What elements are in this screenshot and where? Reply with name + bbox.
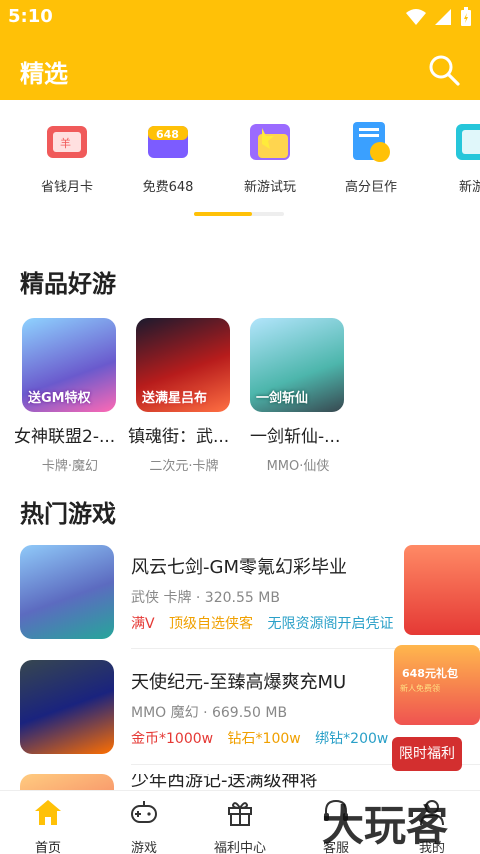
game-icon	[20, 774, 114, 790]
game-name: 镇魂街：武...	[128, 427, 230, 447]
game-name: 女神联盟2-...	[14, 427, 116, 447]
game-icon	[20, 545, 114, 639]
category-label: 省钱月卡	[40, 180, 93, 195]
game-name: 天使纪元-至臻高爆爽充MU	[131, 672, 347, 693]
trophy-doc-icon	[347, 118, 395, 166]
new-game-icon	[246, 118, 294, 166]
featured-card[interactable]: 送满星吕布 镇魂街：武... 二次元·卡牌	[128, 318, 242, 474]
game-tag: MMO·仙侠	[266, 459, 330, 474]
section-title-hot: 热门游戏	[20, 500, 116, 528]
status-time: 5:10	[8, 6, 53, 27]
game-cover: 一剑斩仙	[250, 318, 344, 412]
nav-label: 首页	[34, 841, 61, 854]
category-label: 新游	[458, 180, 480, 195]
game-tag: 满V	[131, 616, 155, 632]
promo-banner	[404, 545, 480, 635]
signal-icon	[435, 9, 451, 25]
game-name: 少年西游记-送满级神将	[131, 774, 318, 790]
promo-gift-box: 648元礼包 新人免费领	[394, 645, 480, 725]
category-row: 羊 省钱月卡 648 免费648 新游试玩 高分巨作 新游	[0, 112, 480, 202]
game-tag: 金币*1000w	[131, 731, 214, 747]
category-item-top-rated[interactable]: 高分巨作	[321, 112, 421, 195]
new-icon	[448, 118, 480, 166]
search-icon[interactable]	[426, 52, 462, 88]
category-item-new[interactable]: 新游	[422, 112, 480, 195]
cover-text: 送GM特权	[28, 391, 91, 406]
watermark-logo: 大玩客	[322, 801, 448, 850]
game-tag: 二次元·卡牌	[149, 459, 219, 474]
title-row: 精选	[0, 40, 480, 100]
promo-box-subtitle: 新人免费领	[400, 684, 440, 693]
wallet-card-icon: 羊	[43, 118, 91, 166]
game-icon	[20, 660, 114, 754]
game-meta: MMO 魔幻 · 669.50 MB	[131, 705, 288, 721]
category-item-monthly-card[interactable]: 羊 省钱月卡	[17, 112, 117, 195]
category-item-new-trial[interactable]: 新游试玩	[220, 112, 320, 195]
game-tags: 满V 顶级自选侠客 无限资源阁开启凭证	[131, 613, 403, 633]
status-icons	[406, 7, 472, 27]
game-tag: 绑钻*200w	[315, 731, 389, 747]
app-header: 5:10 精选	[0, 0, 480, 100]
game-meta: 武侠 卡牌 · 320.55 MB	[131, 590, 280, 606]
game-tag: 卡牌·魔幻	[41, 459, 99, 474]
game-cover: 送GM特权	[22, 318, 116, 412]
page-title: 精选	[20, 60, 68, 88]
nav-welfare[interactable]: 福利中心	[192, 797, 288, 854]
featured-card[interactable]: 一剑斩仙 一剑斩仙-... MMO·仙侠	[248, 318, 356, 474]
featured-card[interactable]: 送GM特权 女神联盟2-... 卡牌·魔幻	[14, 318, 128, 474]
game-name: 一剑斩仙-...	[250, 427, 341, 447]
nav-home[interactable]: 首页	[0, 797, 96, 854]
wifi-icon	[406, 9, 426, 25]
nav-games[interactable]: 游戏	[96, 797, 192, 854]
category-label: 高分巨作	[344, 180, 397, 195]
gift-648-icon: 648	[144, 118, 192, 166]
category-item-free-648[interactable]: 648 免费648	[118, 112, 218, 195]
section-title-featured: 精品好游	[20, 270, 116, 298]
gamepad-icon	[131, 801, 157, 823]
cover-text: 送满星吕布	[142, 391, 208, 406]
home-icon	[35, 800, 61, 825]
game-tag: 钻石*100w	[227, 731, 301, 747]
category-badge: 羊	[60, 136, 71, 150]
nav-label: 游戏	[130, 841, 157, 854]
category-label: 免费648	[142, 180, 194, 195]
game-tag: 顶级自选侠客	[169, 616, 254, 632]
watermark-text: 大玩客	[322, 801, 448, 850]
promo-float[interactable]: 648元礼包 新人免费领 限时福利	[392, 545, 480, 777]
category-scroll-indicator	[194, 212, 284, 216]
category-scroll-thumb	[194, 212, 252, 216]
category-badge: 648	[156, 128, 179, 141]
battery-icon	[461, 7, 471, 26]
nav-label: 福利中心	[213, 841, 266, 854]
game-tags: 金币*1000w 钻石*100w 绑钻*200w	[131, 728, 398, 748]
cover-text: 一剑斩仙	[256, 391, 309, 406]
game-tag: 无限资源阁开启凭证	[267, 616, 394, 632]
gift-icon	[228, 802, 252, 826]
promo-box-title: 648元礼包	[402, 667, 458, 680]
game-cover: 送满星吕布	[136, 318, 230, 412]
promo-caption: 限时福利	[392, 737, 462, 771]
status-bar: 5:10	[0, 0, 480, 34]
category-label: 新游试玩	[243, 180, 296, 195]
game-name: 风云七剑-GM零氪幻彩毕业	[131, 557, 347, 578]
